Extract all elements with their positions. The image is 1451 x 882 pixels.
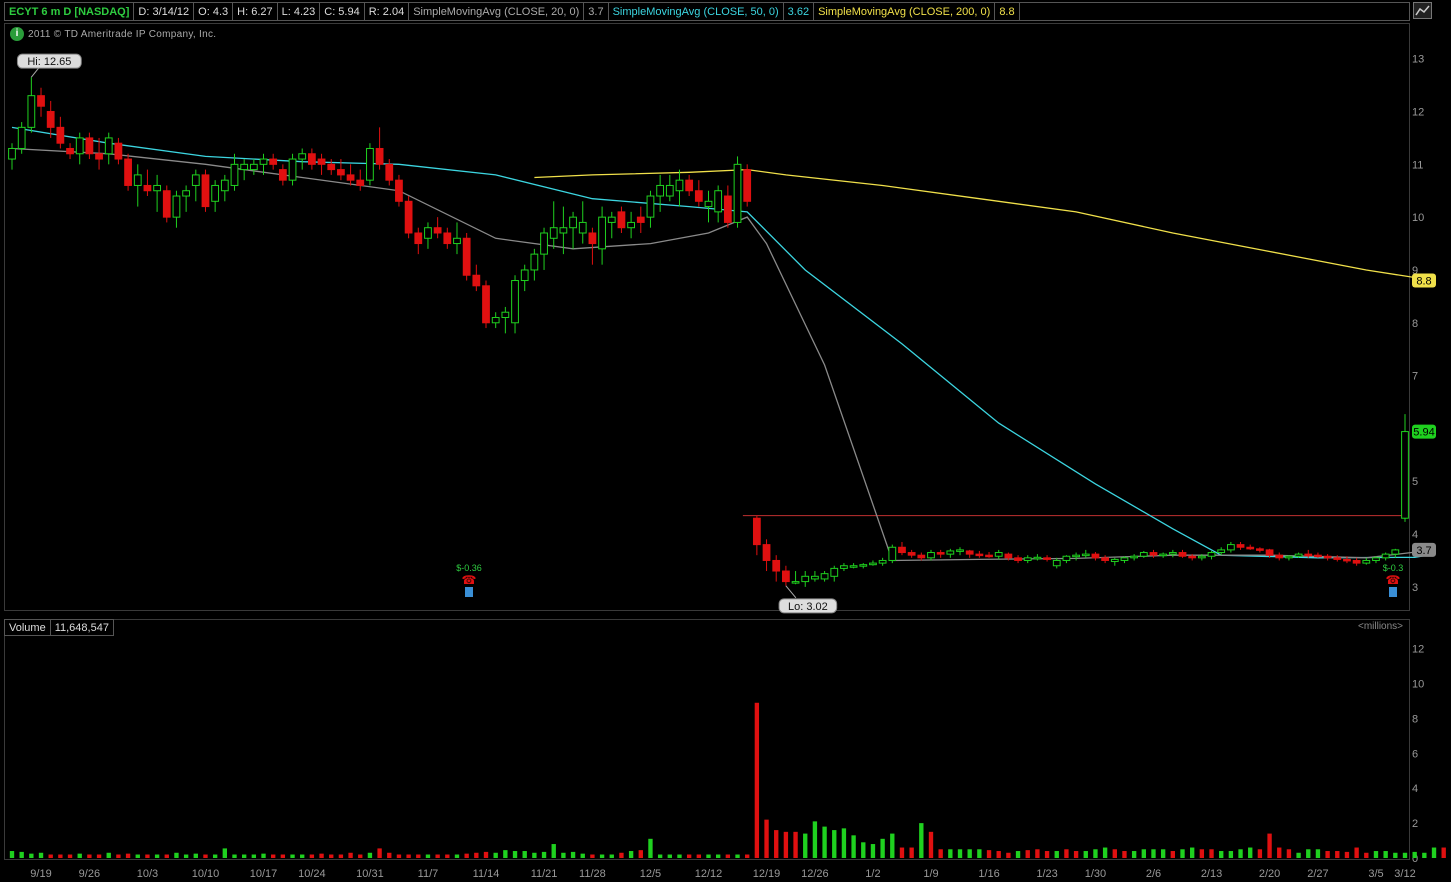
sma50-value: 3.62 bbox=[784, 3, 815, 20]
last-price-badge-box bbox=[1412, 424, 1436, 439]
date-tick-label: 10/24 bbox=[298, 868, 326, 880]
volume-tick-label: 12 bbox=[1412, 644, 1424, 656]
price-tick-label: 7 bbox=[1412, 371, 1418, 383]
date-tick-label: 2/6 bbox=[1146, 868, 1161, 880]
date-tick-label: 10/17 bbox=[250, 868, 278, 880]
price-tick-label: 9 bbox=[1412, 265, 1418, 277]
volume-bar bbox=[1431, 847, 1437, 858]
volume-tick-label: 10 bbox=[1412, 679, 1424, 691]
date-tick-label: 2/20 bbox=[1259, 868, 1280, 880]
volume-tick-label: 6 bbox=[1412, 748, 1418, 760]
volume-bar bbox=[1422, 852, 1427, 858]
date-tick-label: 12/5 bbox=[640, 868, 661, 880]
sma200-label[interactable]: SimpleMovingAvg (CLOSE, 200, 0) bbox=[814, 3, 996, 20]
sma20-badge: 3.7 bbox=[1416, 545, 1431, 557]
sma20-label[interactable]: SimpleMovingAvg (CLOSE, 20, 0) bbox=[409, 3, 585, 20]
chart-style-icon[interactable] bbox=[1413, 2, 1432, 19]
sma200-badge-box bbox=[1412, 273, 1436, 288]
volume-tick-label: 2 bbox=[1412, 818, 1418, 830]
date-tick-label: 2/13 bbox=[1201, 868, 1222, 880]
chart-header: ECYT 6 m D [NASDAQ] D: 3/14/12 O: 4.3 H:… bbox=[4, 2, 1410, 21]
volume-tick-label: 0 bbox=[1412, 853, 1418, 865]
date-tick-label: 9/26 bbox=[79, 868, 100, 880]
sma200-badge: 8.8 bbox=[1416, 276, 1431, 288]
info-icon[interactable]: i bbox=[10, 27, 24, 41]
volume-label: Volume bbox=[4, 619, 51, 636]
price-tick-label: 6 bbox=[1412, 423, 1418, 435]
date-tick-label: 11/28 bbox=[579, 868, 606, 880]
low-readout: L: 4.23 bbox=[278, 3, 321, 20]
date-tick-label: 10/3 bbox=[137, 868, 158, 880]
date-tick-label: 11/21 bbox=[531, 868, 558, 880]
date-tick-label: 11/7 bbox=[418, 868, 439, 880]
close-readout: C: 5.94 bbox=[320, 3, 365, 20]
price-tick-label: 3 bbox=[1412, 582, 1418, 594]
date-tick-label: 3/12 bbox=[1394, 868, 1415, 880]
date-tick-label: 1/2 bbox=[865, 868, 880, 880]
symbol-label[interactable]: ECYT 6 m D [NASDAQ] bbox=[5, 3, 135, 20]
volume-tick-label: 8 bbox=[1412, 713, 1418, 725]
date-readout: D: 3/14/12 bbox=[134, 3, 195, 20]
volume-bar bbox=[1441, 847, 1446, 858]
price-tick-label: 5 bbox=[1412, 476, 1418, 488]
price-tick-label: 4 bbox=[1412, 529, 1418, 541]
price-tick-label: 11 bbox=[1412, 159, 1423, 171]
volume-header: Volume 11,648,547 bbox=[4, 619, 114, 636]
price-panel[interactable] bbox=[4, 23, 1410, 611]
high-readout: H: 6.27 bbox=[233, 3, 278, 20]
sma200-value: 8.8 bbox=[995, 3, 1020, 20]
date-tick-label: 10/10 bbox=[192, 868, 220, 880]
date-tick-label: 1/30 bbox=[1085, 868, 1106, 880]
volume-bar bbox=[1412, 851, 1417, 858]
last-price-badge: 5.94 bbox=[1413, 427, 1434, 439]
open-readout: O: 4.3 bbox=[194, 3, 234, 20]
price-tick-label: 13 bbox=[1412, 54, 1424, 66]
range-readout: R: 2.04 bbox=[365, 3, 410, 20]
price-tick-label: 12 bbox=[1412, 107, 1424, 119]
date-tick-label: 1/16 bbox=[978, 868, 999, 880]
volume-unit-label: <millions> bbox=[1358, 621, 1404, 632]
copyright-text: 2011 © TD Ameritrade IP Company, Inc. bbox=[28, 29, 217, 40]
volume-panel[interactable] bbox=[4, 619, 1410, 860]
date-tick-label: 10/31 bbox=[356, 868, 384, 880]
date-tick-label: 11/14 bbox=[473, 868, 500, 880]
date-tick-label: 12/12 bbox=[695, 868, 723, 880]
date-tick-label: 9/19 bbox=[30, 868, 51, 880]
volume-value: 11,648,547 bbox=[50, 619, 114, 636]
date-tick-label: 3/5 bbox=[1368, 868, 1383, 880]
sma50-label[interactable]: SimpleMovingAvg (CLOSE, 50, 0) bbox=[609, 3, 784, 20]
date-tick-label: 1/23 bbox=[1036, 868, 1057, 880]
price-tick-label: 8 bbox=[1412, 318, 1418, 330]
chart-style-glyph bbox=[1415, 5, 1430, 16]
date-tick-label: 2/27 bbox=[1307, 868, 1328, 880]
date-tick-label: 12/26 bbox=[801, 868, 829, 880]
date-tick-label: 12/19 bbox=[753, 868, 781, 880]
price-tick-label: 10 bbox=[1412, 212, 1424, 224]
sma20-value: 3.7 bbox=[584, 3, 609, 20]
volume-tick-label: 4 bbox=[1412, 783, 1418, 795]
sma20-badge-box bbox=[1412, 542, 1436, 557]
date-tick-label: 1/9 bbox=[923, 868, 938, 880]
